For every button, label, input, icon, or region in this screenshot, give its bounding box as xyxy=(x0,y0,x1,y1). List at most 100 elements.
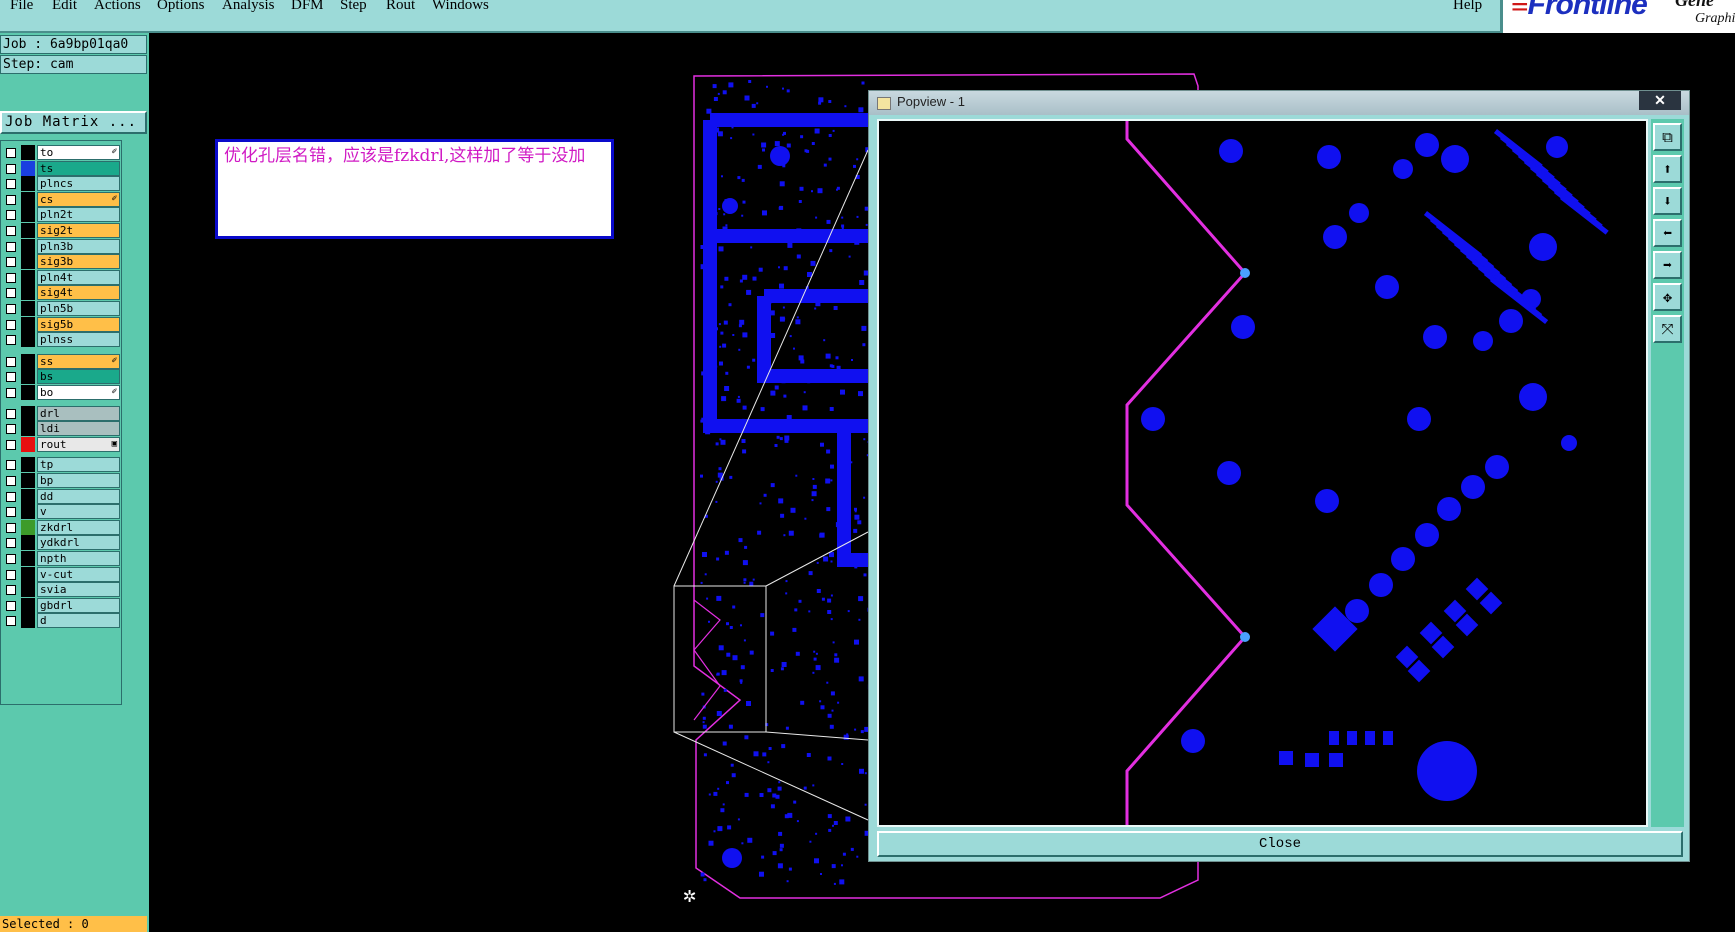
menu-analysis[interactable]: Analysis xyxy=(222,0,275,14)
layer-name[interactable]: ss ✐ xyxy=(37,353,120,369)
layer-name[interactable]: v-cut xyxy=(37,566,120,582)
layer-row-rout[interactable]: rout ▣ xyxy=(3,436,121,452)
layer-name[interactable]: bs xyxy=(37,369,120,385)
layer-name[interactable]: dd xyxy=(37,488,120,504)
layer-name[interactable]: sig5b xyxy=(37,316,120,332)
layer-name[interactable]: cs ✐ xyxy=(37,191,120,207)
layer-color-swatch[interactable] xyxy=(21,582,35,598)
layer-checkbox[interactable] xyxy=(6,210,16,221)
layer-color-swatch[interactable] xyxy=(21,353,35,369)
pan-down-icon[interactable]: ⬇ xyxy=(1653,187,1682,215)
layer-row-sig5b[interactable]: sig5b xyxy=(3,316,121,332)
layer-color-swatch[interactable] xyxy=(21,613,35,629)
layer-color-swatch[interactable] xyxy=(21,385,35,400)
layer-name[interactable]: ydkdrl xyxy=(37,535,120,551)
layer-checkbox[interactable] xyxy=(6,226,16,236)
layer-checkbox[interactable] xyxy=(6,272,16,283)
layer-row-plnss[interactable]: plnss xyxy=(3,332,121,348)
layer-name[interactable]: bp xyxy=(37,473,120,488)
popview-title-bar[interactable]: Popview - 1 ✕ xyxy=(869,91,1689,115)
layer-name[interactable]: ldi xyxy=(37,421,120,437)
popview-canvas[interactable] xyxy=(877,119,1648,827)
close-icon[interactable]: ✕ xyxy=(1639,91,1681,110)
layer-row-ts[interactable]: ts xyxy=(3,160,121,176)
layer-row-sig4t[interactable]: sig4t xyxy=(3,285,121,301)
pan-up-icon[interactable]: ⬆ xyxy=(1653,155,1682,183)
layer-name[interactable]: bo ✐ xyxy=(37,385,120,400)
layer-checkbox[interactable] xyxy=(6,476,16,486)
layer-row-sig3b[interactable]: sig3b xyxy=(3,254,121,270)
menu-dfm[interactable]: DFM xyxy=(291,0,324,14)
menu-file[interactable]: File xyxy=(10,0,33,14)
layer-row-v[interactable]: v xyxy=(3,504,121,520)
layer-row-cs[interactable]: cs ✐ xyxy=(3,191,121,207)
layer-row-bp[interactable]: bp xyxy=(3,473,121,488)
layer-row-svia[interactable]: svia xyxy=(3,582,121,598)
layer-row-ldi[interactable]: ldi xyxy=(3,421,121,437)
layer-color-swatch[interactable] xyxy=(21,436,35,452)
layer-checkbox[interactable] xyxy=(6,241,16,252)
layer-row-pln4t[interactable]: pln4t xyxy=(3,269,121,285)
job-matrix-button[interactable]: Job Matrix ... xyxy=(0,111,147,134)
layer-checkbox[interactable] xyxy=(6,194,16,205)
layer-name[interactable]: to ✐ xyxy=(37,145,120,160)
layer-name[interactable]: sig4t xyxy=(37,285,120,301)
layer-checkbox[interactable] xyxy=(6,424,16,435)
layer-row-dd[interactable]: dd xyxy=(3,488,121,504)
layer-checkbox[interactable] xyxy=(6,163,16,174)
layer-color-swatch[interactable] xyxy=(21,473,35,488)
layer-name[interactable]: pln3b xyxy=(37,238,120,254)
layer-checkbox[interactable] xyxy=(6,439,16,450)
layer-color-swatch[interactable] xyxy=(21,145,35,160)
layer-checkbox[interactable] xyxy=(6,388,16,398)
layer-color-swatch[interactable] xyxy=(21,207,35,223)
layer-checkbox[interactable] xyxy=(6,507,16,518)
layer-color-swatch[interactable] xyxy=(21,457,35,473)
layer-name[interactable]: tp xyxy=(37,457,120,473)
layer-name[interactable]: plnss xyxy=(37,332,120,348)
layer-name[interactable]: ts xyxy=(37,160,120,176)
menu-windows[interactable]: Windows xyxy=(432,0,489,14)
layer-color-swatch[interactable] xyxy=(21,269,35,285)
layer-name[interactable]: pln4t xyxy=(37,269,120,285)
layer-row-npth[interactable]: npth xyxy=(3,551,121,566)
layer-row-drl[interactable]: drl xyxy=(3,405,121,421)
layer-color-swatch[interactable] xyxy=(21,504,35,520)
layer-checkbox[interactable] xyxy=(6,538,16,549)
layer-row-bs[interactable]: bs xyxy=(3,369,121,385)
layer-checkbox[interactable] xyxy=(6,356,16,367)
layer-row-bo[interactable]: bo ✐ xyxy=(3,385,121,400)
layer-row-ydkdrl[interactable]: ydkdrl xyxy=(3,535,121,551)
zoom-window-icon[interactable]: ⧉ xyxy=(1653,123,1682,151)
zoom-in-icon[interactable]: ✥ xyxy=(1653,283,1682,311)
layer-name[interactable]: npth xyxy=(37,551,120,566)
menu-options[interactable]: Options xyxy=(157,0,205,14)
layer-color-swatch[interactable] xyxy=(21,285,35,301)
layer-color-swatch[interactable] xyxy=(21,332,35,348)
layer-name[interactable]: pln2t xyxy=(37,207,120,223)
pan-left-icon[interactable]: ⬅ xyxy=(1653,219,1682,247)
layer-color-swatch[interactable] xyxy=(21,488,35,504)
layer-color-swatch[interactable] xyxy=(21,316,35,332)
layer-checkbox[interactable] xyxy=(6,554,16,564)
layer-color-swatch[interactable] xyxy=(21,160,35,176)
layer-name[interactable]: rout ▣ xyxy=(37,436,120,452)
menu-rout[interactable]: Rout xyxy=(386,0,415,14)
layer-row-gbdrl[interactable]: gbdrl xyxy=(3,597,121,613)
layer-color-swatch[interactable] xyxy=(21,566,35,582)
menu-help[interactable]: Help xyxy=(1453,0,1482,14)
layer-name[interactable]: v xyxy=(37,504,120,520)
menu-edit[interactable]: Edit xyxy=(52,0,77,14)
layer-name[interactable]: drl xyxy=(37,405,120,421)
layer-row-ss[interactable]: ss ✐ xyxy=(3,353,121,369)
layer-color-swatch[interactable] xyxy=(21,301,35,316)
layer-row-v-cut[interactable]: v-cut xyxy=(3,566,121,582)
layer-checkbox[interactable] xyxy=(6,491,16,502)
layer-color-swatch[interactable] xyxy=(21,519,35,535)
layer-row-plncs[interactable]: plncs xyxy=(3,176,121,192)
layer-checkbox[interactable] xyxy=(6,616,16,627)
close-button[interactable]: Close xyxy=(877,831,1683,857)
layer-color-swatch[interactable] xyxy=(21,535,35,551)
layer-color-swatch[interactable] xyxy=(21,551,35,566)
layer-checkbox[interactable] xyxy=(6,408,16,419)
